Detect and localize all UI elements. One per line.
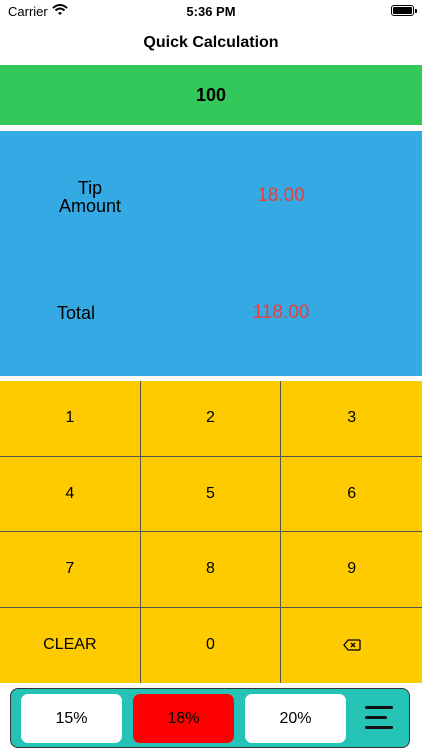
status-bar: Carrier 5:36 PM bbox=[0, 0, 422, 22]
tip-amount-label: Tip Amount bbox=[20, 179, 160, 215]
key-6[interactable]: 6 bbox=[281, 457, 422, 532]
amount-value: 100 bbox=[195, 84, 227, 105]
status-time: 5:36 PM bbox=[186, 4, 236, 19]
backspace-icon bbox=[342, 639, 361, 651]
tip-percentage-bar: 15% 18% 20% bbox=[10, 688, 410, 748]
key-4[interactable]: 4 bbox=[0, 456, 141, 532]
tip-amount-label-text: Tip Amount bbox=[58, 178, 122, 216]
tip-amount-value: 18.00 bbox=[257, 185, 305, 206]
key-3[interactable]: 3 bbox=[281, 381, 422, 457]
backspace-button[interactable] bbox=[281, 608, 422, 684]
tip-15-button[interactable]: 15% bbox=[21, 694, 122, 743]
key-9[interactable]: 9 bbox=[281, 532, 422, 608]
page-title: Quick Calculation bbox=[143, 34, 279, 51]
clear-button[interactable]: CLEAR bbox=[0, 607, 141, 683]
total-value: 118.00 bbox=[252, 302, 310, 323]
key-7[interactable]: 7 bbox=[0, 532, 141, 608]
results-panel: Tip Amount 18.00 Total 118.00 bbox=[0, 131, 422, 376]
key-8[interactable]: 8 bbox=[140, 532, 282, 608]
key-2[interactable]: 2 bbox=[140, 381, 282, 457]
key-0[interactable]: 0 bbox=[141, 607, 282, 683]
tip-18-button[interactable]: 18% bbox=[133, 694, 234, 743]
total-label: Total bbox=[56, 303, 96, 323]
amount-display: 100 bbox=[0, 65, 422, 125]
key-5[interactable]: 5 bbox=[140, 456, 282, 532]
battery-icon bbox=[391, 5, 417, 16]
hamburger-menu-icon[interactable] bbox=[363, 703, 395, 733]
key-1[interactable]: 1 bbox=[0, 381, 141, 457]
keypad: 1 2 3 4 5 6 7 8 9 CLEAR 0 bbox=[0, 381, 422, 683]
tip-20-button[interactable]: 20% bbox=[245, 694, 346, 743]
